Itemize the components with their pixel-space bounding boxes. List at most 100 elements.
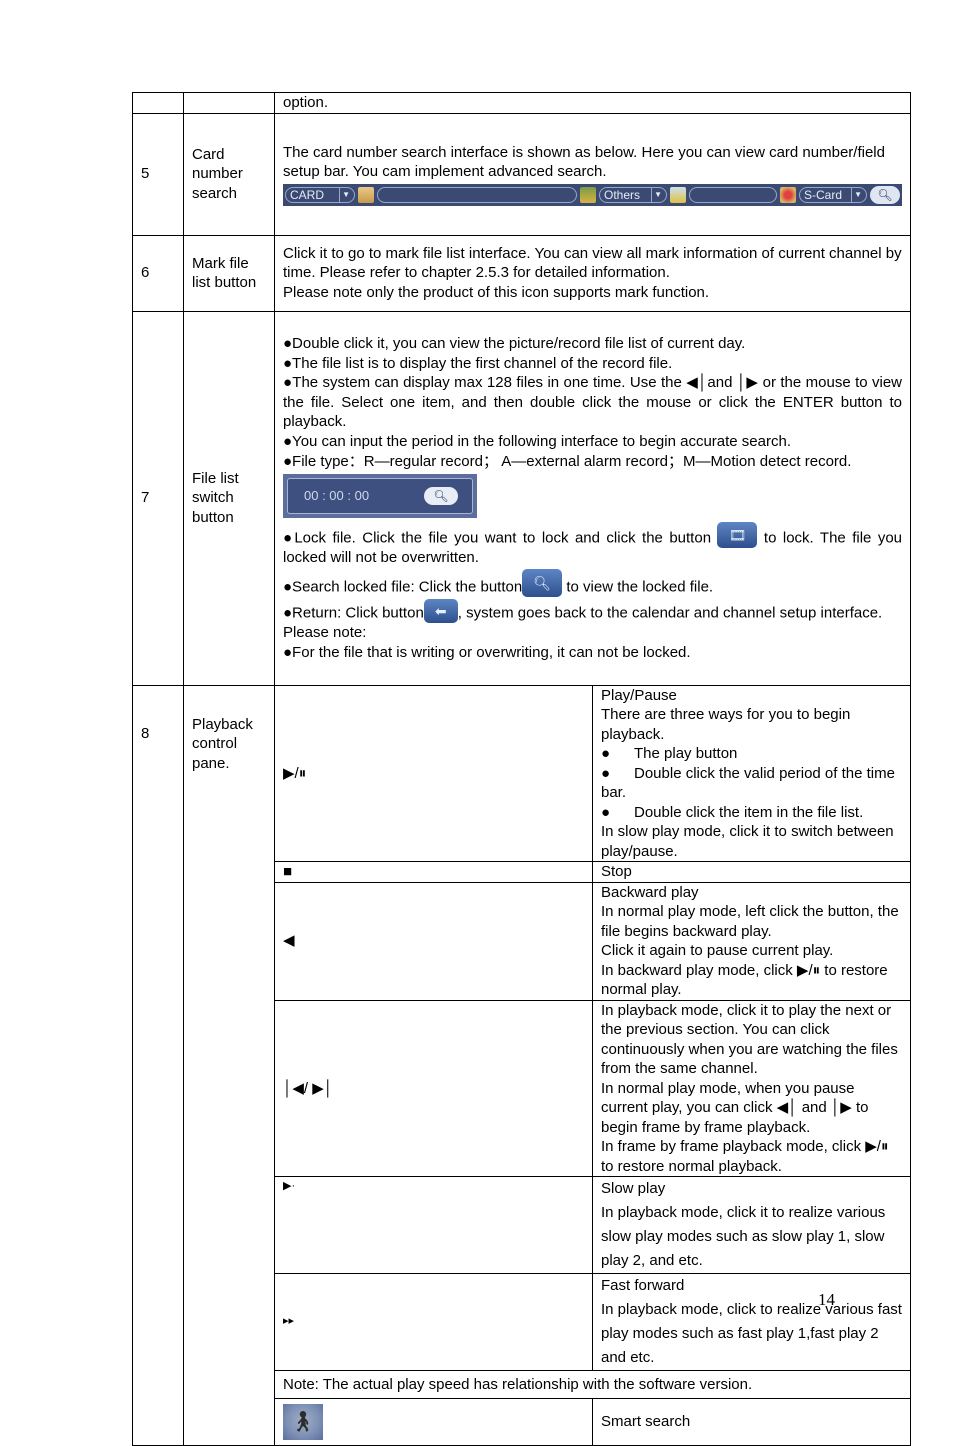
chevron-down-icon: ▼	[651, 186, 662, 203]
others-select-value: Others	[604, 187, 641, 202]
time-input[interactable]: 00 : 00 : 00 🔍︎	[287, 477, 473, 514]
control-text: In backward play mode, click ▶/⏸ to rest…	[601, 961, 888, 999]
others-select[interactable]: Others ▼	[599, 186, 667, 203]
stop-icon: ■	[274, 861, 593, 883]
card-type-select[interactable]: CARD ▼	[285, 186, 355, 203]
play-pause-icon: ▶/⏸	[274, 684, 593, 862]
card-select-value: CARD	[290, 187, 325, 202]
backward-play-icon: ◀	[274, 881, 593, 1001]
control-text: Click it again to pause current play.	[601, 942, 834, 959]
backward-description: Backward play In normal play mode, left …	[592, 881, 911, 1001]
row-content: ●Double click it, you can view the pictu…	[274, 310, 911, 686]
control-text: In playback mode, click to realize vario…	[601, 1301, 902, 1366]
num-cell	[132, 92, 184, 114]
return-post: , system goes back to the calendar and c…	[457, 604, 883, 622]
bullet-item: ● Double click the valid period of the ti…	[601, 764, 895, 802]
table-row-8: 8 Playback control pane. ▶/⏸ Play/Pause …	[132, 684, 911, 1446]
bullet-text: ●The system can display max 128 files in…	[283, 374, 902, 430]
no-card-icon[interactable]	[780, 186, 796, 203]
search-button[interactable]: 🔍︎	[870, 185, 900, 204]
control-title: Stop	[601, 863, 632, 880]
search-locked-pre: ●Search locked file: Click the button	[283, 578, 523, 596]
mark-file-description: Click it to go to mark file list interfa…	[283, 244, 902, 282]
pedestrian-icon: 🚶︎	[283, 1404, 323, 1440]
cell-text: option.	[283, 94, 329, 111]
card-number-input[interactable]	[377, 186, 577, 203]
note-text: ●For the file that is writing or overwri…	[283, 643, 691, 661]
card-search-description: The card number search interface is show…	[283, 143, 885, 181]
row-name: Playback control pane.	[183, 684, 275, 1446]
search-locked-text: ●Search locked file: Click the button 🔍︎ …	[283, 569, 902, 597]
lock-file-icon: 🎞︎	[717, 521, 758, 548]
search-icon: 🔍︎	[433, 488, 449, 503]
prev-next-section-icon: │◀/ ▶│	[274, 999, 593, 1177]
smart-search-icon-cell: 🚶︎	[274, 1398, 593, 1446]
return-pre: ●Return: Click button	[283, 604, 424, 622]
control-title: Backward play	[601, 883, 699, 901]
bullet-text: ●You can input the period in the followi…	[283, 432, 792, 450]
control-text: In normal play mode, when you pause curr…	[601, 1079, 869, 1136]
bullet-text: ●The file list is to display the first c…	[283, 354, 673, 372]
chevron-down-icon: ▼	[339, 186, 350, 203]
scard-select[interactable]: S-Card ▼	[799, 186, 867, 203]
row-content: Click it to go to mark file list interfa…	[274, 234, 911, 312]
control-text: In playback mode, click it to realize va…	[601, 1204, 886, 1269]
table-row-6: 6 Mark file list button Click it to go t…	[132, 234, 911, 312]
content-cell: option.	[274, 92, 911, 114]
stop-description: Stop	[592, 861, 911, 883]
bullet-text: The play button	[634, 745, 738, 762]
control-title: Fast forward	[601, 1277, 685, 1294]
chevron-down-icon: ▼	[851, 186, 862, 203]
return-text: ●Return: Click button ⬅, system goes back…	[283, 599, 902, 623]
time-value: 00 : 00 : 00	[304, 487, 370, 503]
row-number: 5	[132, 112, 184, 236]
control-text: In normal play mode, left click the butt…	[601, 903, 899, 940]
card-search-bar: CARD ▼ Others ▼ S-Card ▼ 🔍︎	[283, 183, 902, 206]
money-icon[interactable]	[670, 186, 686, 203]
slow-play-description: Slow play In playback mode, click it to …	[592, 1176, 911, 1274]
lock-text-pre: ●Lock file. Click the file you want to l…	[283, 529, 718, 546]
row-name: File list switch button	[183, 310, 275, 686]
control-title: Slow play	[601, 1180, 666, 1197]
bullet-item: ● The play button	[601, 745, 738, 762]
smart-search-label: Smart search	[592, 1398, 911, 1446]
table-row-7: 7 File list switch button ●Double click …	[132, 310, 911, 686]
table-row-5: 5 Card number search The card number sea…	[132, 112, 911, 236]
bullet-text: Double click the valid period of the tim…	[601, 764, 895, 802]
search-icon: 🔍︎	[877, 187, 893, 202]
card-icon[interactable]	[358, 186, 374, 203]
control-text: In frame by frame playback mode, click ▶…	[601, 1138, 889, 1175]
row-number: 7	[132, 310, 184, 686]
slow-play-icon: ▶·	[274, 1176, 593, 1274]
prev-next-description: In playback mode, click it to play the n…	[592, 999, 911, 1177]
fast-forward-icon: ▸▸	[274, 1273, 593, 1371]
return-arrow-icon: ⬅	[423, 599, 458, 623]
control-text: There are three ways for you to begin pl…	[601, 706, 851, 743]
card-money-icon[interactable]	[580, 186, 596, 203]
row-number: 6	[132, 234, 184, 312]
scard-select-value: S-Card	[804, 187, 843, 202]
control-title: Play/Pause	[601, 686, 677, 704]
note-title: Please note:	[283, 624, 367, 641]
play-pause-description: Play/Pause There are three ways for you …	[592, 684, 911, 862]
control-text: In slow play mode, click it to switch be…	[601, 823, 894, 860]
row-content: The card number search interface is show…	[274, 112, 911, 236]
lock-file-text: ●Lock file. Click the file you want to l…	[283, 521, 902, 568]
name-cell	[183, 92, 275, 114]
search-locked-file-icon: 🔍︎	[522, 569, 563, 597]
description-table: option. 5 Card number search The card nu…	[132, 92, 911, 1446]
row-name: Mark file list button	[183, 234, 275, 312]
others-input[interactable]	[689, 186, 777, 203]
mark-file-note: Please note only the product of this ico…	[283, 283, 710, 301]
bullet-text: Double click the item in the file list.	[634, 803, 864, 821]
time-search-panel: 00 : 00 : 00 🔍︎	[283, 473, 477, 518]
row-number: 8	[132, 684, 184, 1446]
fast-forward-description: Fast forward In playback mode, click to …	[592, 1273, 911, 1371]
table-row: option.	[132, 92, 911, 114]
row-name: Card number search	[183, 112, 275, 236]
bullet-item: ● Double click the item in the file list.	[601, 803, 864, 821]
search-button[interactable]: 🔍︎	[424, 486, 458, 505]
control-text: In playback mode, click it to play the n…	[601, 1001, 898, 1078]
bullet-text: ●Double click it, you can view the pictu…	[283, 335, 746, 352]
speed-note: Note: The actual play speed has relation…	[274, 1370, 911, 1399]
